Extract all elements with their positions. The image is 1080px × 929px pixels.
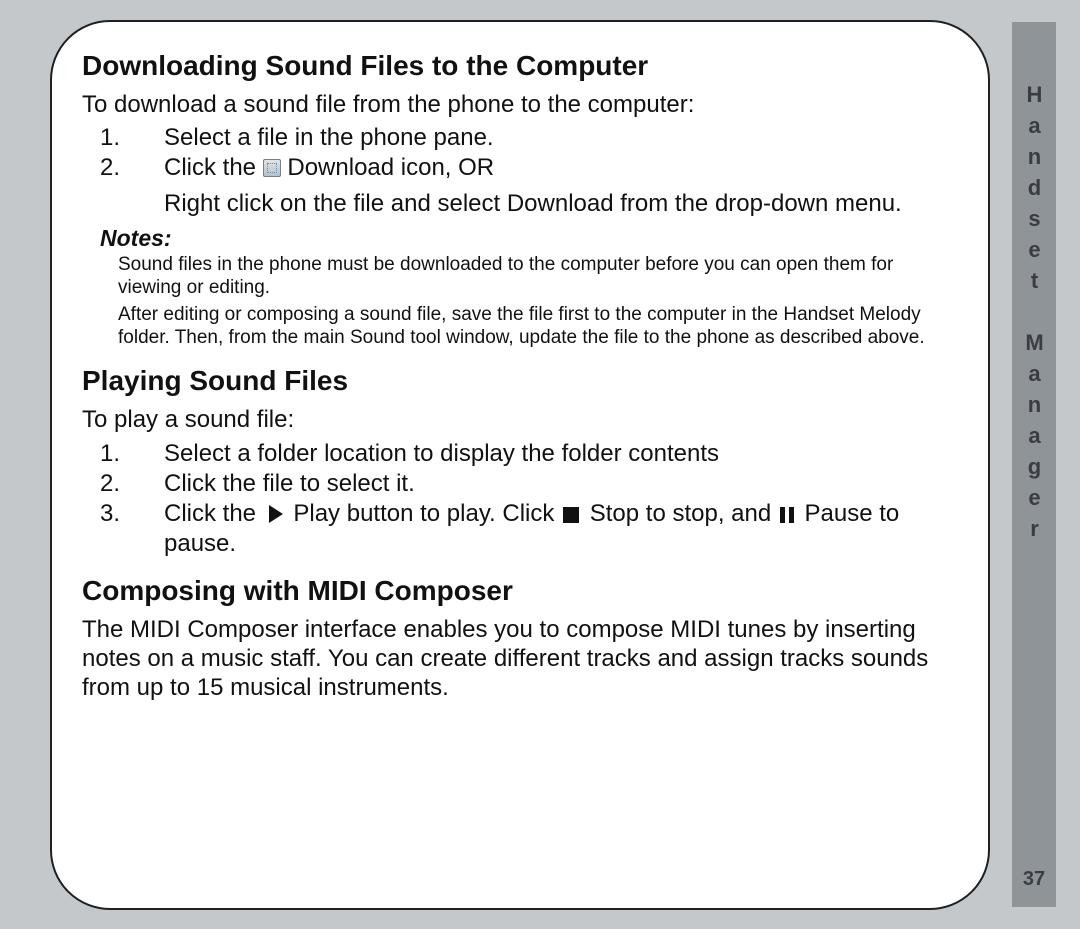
stop-icon	[563, 507, 579, 523]
heading-composing: Composing with MIDI Composer	[82, 575, 958, 607]
side-tab-title: Handset Manager	[1021, 82, 1047, 547]
list-downloading: Select a file in the phone pane. Click t…	[82, 123, 958, 183]
note-text: After editing or composing a sound file,…	[118, 304, 952, 350]
notes-label: Notes:	[100, 225, 958, 252]
page-frame: Downloading Sound Files to the Computer …	[50, 20, 990, 910]
list-item: Select a folder location to display the …	[82, 439, 958, 469]
step3-a: Click the	[164, 500, 263, 527]
step3-c: Stop to stop, and	[583, 500, 778, 527]
intro-downloading: To download a sound file from the phone …	[82, 90, 958, 119]
download-icon	[263, 159, 281, 177]
body-composing: The MIDI Composer interface enables you …	[82, 615, 958, 703]
section-downloading: Downloading Sound Files to the Computer …	[82, 50, 958, 349]
intro-playing: To play a sound file:	[82, 405, 958, 434]
page-number: 37	[1023, 868, 1045, 891]
list-item: Click the Play button to play. Click Sto…	[82, 499, 958, 559]
heading-downloading: Downloading Sound Files to the Computer	[82, 50, 958, 82]
note-text: Sound files in the phone must be downloa…	[118, 254, 952, 300]
pause-icon	[780, 507, 794, 523]
step2-continuation: Right click on the file and select Downl…	[82, 189, 958, 219]
step2-part-b: Download icon, OR	[281, 154, 494, 181]
list-playing: Select a folder location to display the …	[82, 439, 958, 559]
list-item: Click the Download icon, OR	[82, 153, 958, 183]
step2-part-a: Click the	[164, 154, 263, 181]
heading-playing: Playing Sound Files	[82, 365, 958, 397]
list-item: Click the file to select it.	[82, 469, 958, 499]
section-playing: Playing Sound Files To play a sound file…	[82, 365, 958, 558]
side-tab: Handset Manager 37	[1012, 22, 1056, 907]
section-composing: Composing with MIDI Composer The MIDI Co…	[82, 575, 958, 703]
step3-b: Play button to play. Click	[287, 500, 561, 527]
play-icon	[269, 505, 283, 523]
list-item: Select a file in the phone pane.	[82, 123, 958, 153]
